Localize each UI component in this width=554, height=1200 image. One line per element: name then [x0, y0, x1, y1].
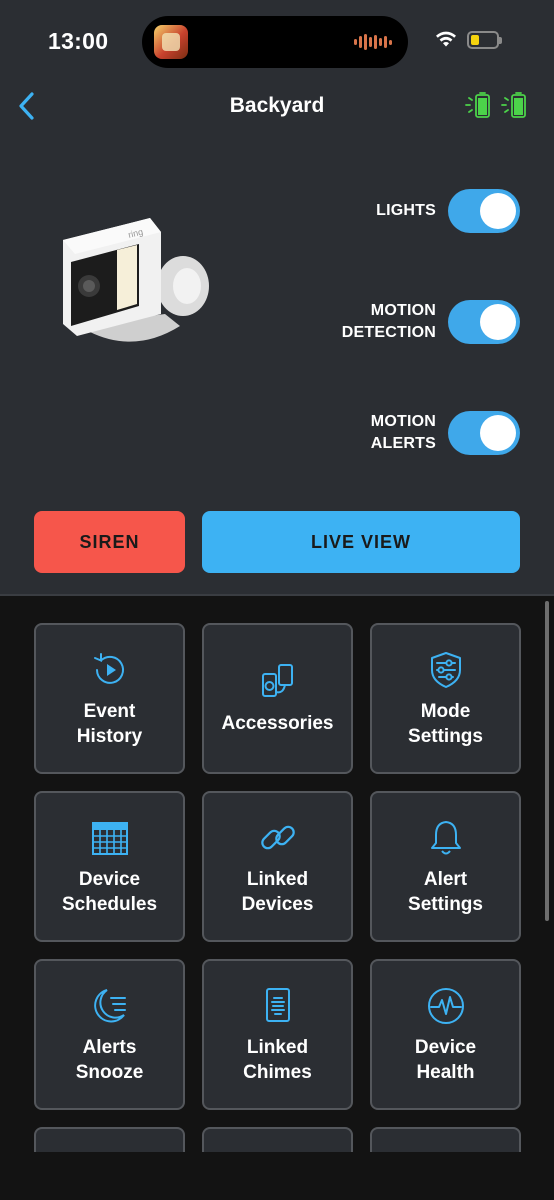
motion-detection-toggle-row: MOTION DETECTION: [342, 300, 520, 344]
tile-label: Accessories: [221, 713, 334, 734]
tile-label: Event History: [76, 700, 143, 747]
tile-device-health[interactable]: Device Health: [370, 959, 521, 1110]
tile-label: Device Health: [414, 1036, 477, 1083]
dynamic-island: [142, 16, 408, 68]
scrollbar[interactable]: [545, 601, 549, 921]
tile-alerts-snooze[interactable]: Alerts Snooze: [34, 959, 185, 1110]
tile-device-schedules[interactable]: Device Schedules: [34, 791, 185, 942]
health-pulse-icon: [427, 987, 464, 1024]
status-bar: 13:00: [0, 0, 554, 80]
tile-mode-settings[interactable]: Mode Settings: [370, 623, 521, 774]
divider: [0, 594, 554, 596]
motion-detection-label: MOTION DETECTION: [341, 302, 436, 341]
tile-label: Alert Settings: [408, 868, 483, 915]
camera-device-image: ring: [63, 218, 209, 342]
lights-toggle[interactable]: [448, 189, 520, 233]
tile-label: Linked Devices: [241, 868, 314, 915]
motion-alerts-label: MOTION ALERTS: [370, 413, 436, 452]
tile-label: Alerts Snooze: [75, 1036, 144, 1083]
link-icon: [260, 825, 295, 849]
moon-icon: [93, 988, 126, 1022]
audio-wave-icon: [354, 34, 392, 50]
tile-label: Linked Chimes: [243, 1036, 312, 1083]
solar-battery-icon: [465, 92, 490, 118]
tile-alert-settings[interactable]: Alert Settings: [370, 791, 521, 942]
now-playing-app-icon: [154, 25, 188, 59]
event-history-icon: [93, 652, 124, 684]
tile-label: Mode Settings: [408, 700, 483, 747]
tile-event-history[interactable]: Event History: [34, 623, 185, 774]
solar-battery-icon: [501, 92, 526, 118]
tile-label: Device Schedules: [61, 868, 158, 915]
live-view-button[interactable]: LIVE VIEW: [202, 511, 520, 573]
tile-linked-devices[interactable]: Linked Devices: [202, 791, 353, 942]
battery-icon: [467, 31, 502, 49]
mode-settings-icon: [430, 651, 461, 688]
motion-alerts-toggle-row: MOTION ALERTS: [371, 411, 520, 455]
calendar-icon: [91, 821, 128, 855]
battery-status[interactable]: [464, 90, 530, 120]
chime-icon: [265, 987, 290, 1022]
wifi-icon: [436, 31, 456, 47]
device-header-panel: 13:00 Backyard ring LIGHTS MOTION DETECT…: [0, 0, 554, 594]
tile-linked-chimes[interactable]: Linked Chimes: [202, 959, 353, 1110]
motion-detection-toggle[interactable]: [448, 300, 520, 344]
siren-button[interactable]: SIREN: [34, 511, 185, 573]
motion-alerts-toggle[interactable]: [448, 411, 520, 455]
status-time: 13:00: [48, 28, 109, 54]
bottom-area: [0, 1152, 554, 1200]
bell-icon: [430, 820, 461, 854]
lights-label: LIGHTS: [376, 202, 436, 219]
tile-accessories[interactable]: Accessories: [202, 623, 353, 774]
accessories-icon: [261, 664, 293, 697]
lights-toggle-row: LIGHTS: [376, 189, 520, 233]
